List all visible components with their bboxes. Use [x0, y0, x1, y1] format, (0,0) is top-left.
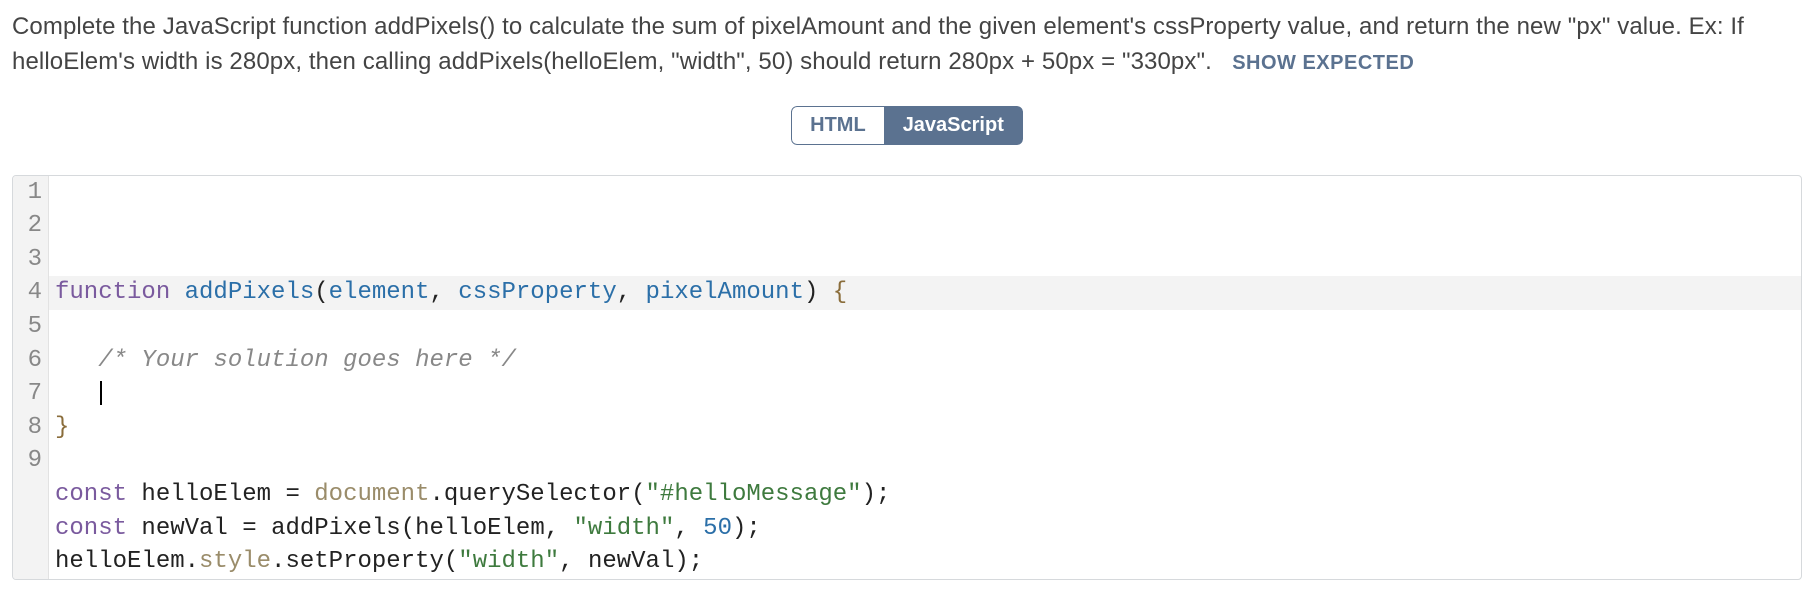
code-line[interactable]: const helloElem = document.querySelector…: [55, 478, 1801, 512]
show-expected-link[interactable]: Show expected: [1232, 52, 1414, 74]
line-number: 7: [13, 377, 42, 411]
line-number: 9: [13, 444, 42, 478]
line-number: 6: [13, 344, 42, 378]
line-number: 2: [13, 209, 42, 243]
code-line[interactable]: function addPixels(element, cssProperty,…: [55, 276, 1801, 310]
code-editor[interactable]: 123456789 function addPixels(element, cs…: [12, 175, 1802, 580]
tab-row: HTML JavaScript: [12, 106, 1802, 145]
code-line[interactable]: [55, 444, 1801, 478]
tab-html[interactable]: HTML: [791, 106, 885, 145]
tab-javascript[interactable]: JavaScript: [885, 106, 1023, 145]
code-line[interactable]: [55, 377, 1801, 411]
tab-group: HTML JavaScript: [791, 106, 1023, 145]
code-line[interactable]: const newVal = addPixels(helloElem, "wid…: [55, 512, 1801, 546]
line-number: 3: [13, 243, 42, 277]
text-cursor: [100, 381, 102, 405]
line-number: 1: [13, 176, 42, 210]
code-line[interactable]: [55, 310, 1801, 344]
prompt-text: Complete the JavaScript function addPixe…: [12, 13, 1744, 75]
line-number: 4: [13, 276, 42, 310]
line-number: 5: [13, 310, 42, 344]
code-area[interactable]: function addPixels(element, cssProperty,…: [49, 176, 1801, 579]
line-number-gutter: 123456789: [13, 176, 49, 579]
code-line[interactable]: }: [55, 411, 1801, 445]
line-number: 8: [13, 411, 42, 445]
code-line[interactable]: /* Your solution goes here */: [55, 344, 1801, 378]
question-prompt: Complete the JavaScript function addPixe…: [12, 10, 1802, 80]
code-line[interactable]: helloElem.style.setProperty("width", new…: [55, 545, 1801, 579]
